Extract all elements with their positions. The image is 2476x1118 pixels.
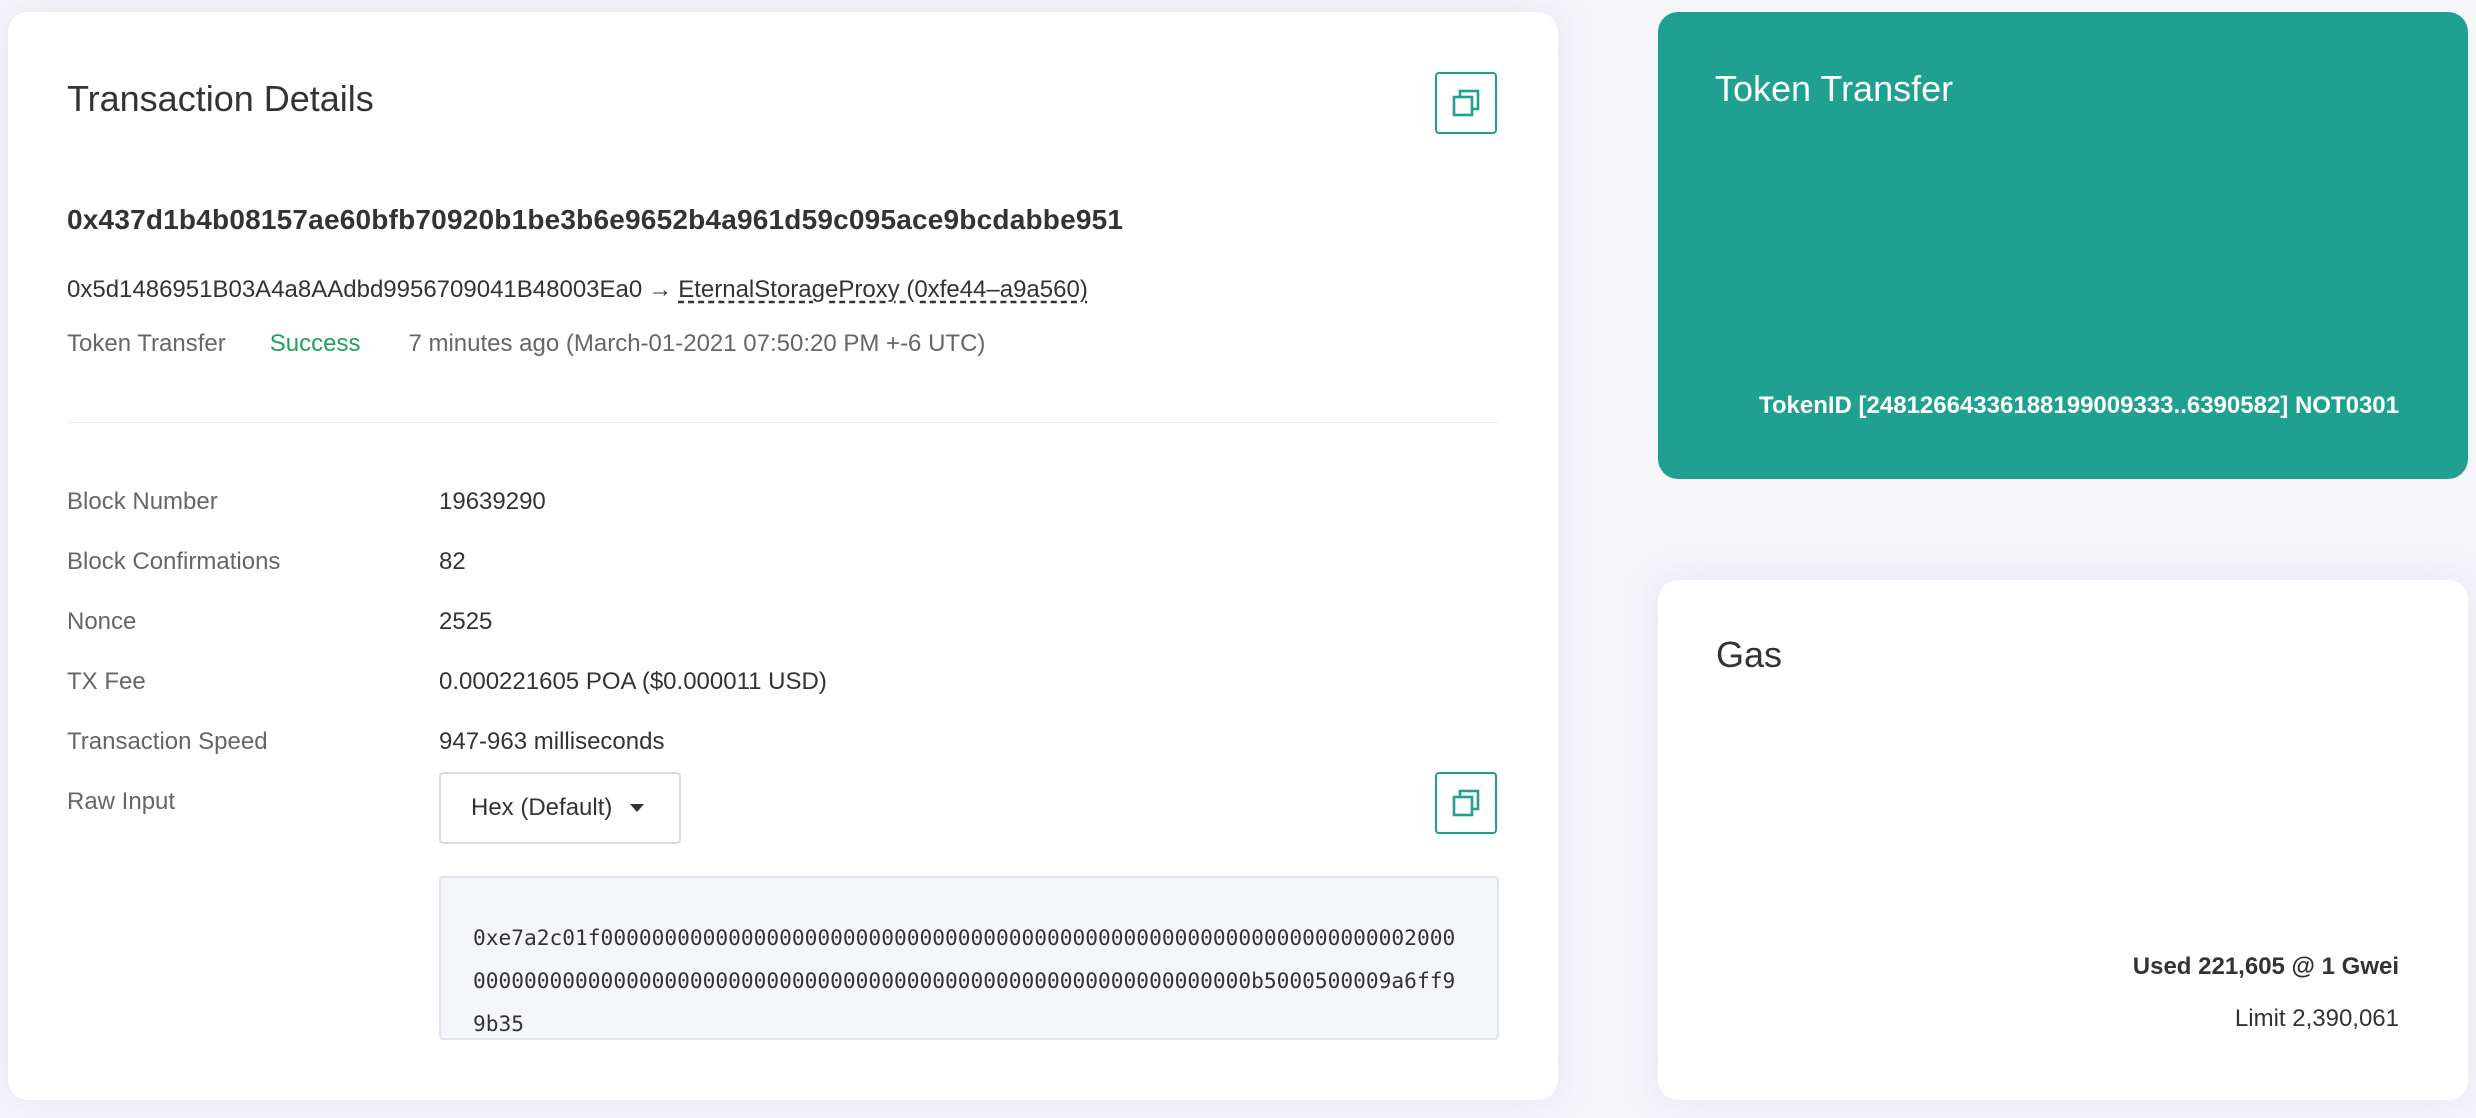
gas-title: Gas bbox=[1716, 634, 1783, 675]
gas-card: Gas Used 221,605 @ 1 Gwei Limit 2,390,06… bbox=[1658, 580, 2468, 1100]
nonce-label: Nonce bbox=[67, 608, 137, 635]
gas-limit-value: Limit 2,390,061 bbox=[2234, 1005, 2399, 1032]
copy-icon bbox=[1452, 789, 1480, 817]
confirmations-value: 82 bbox=[439, 548, 466, 575]
confirmations-label: Block Confirmations bbox=[67, 548, 281, 575]
tx-fee-value: 0.000221605 POA ($0.000011 USD) bbox=[439, 668, 827, 695]
chevron-down-icon bbox=[630, 804, 645, 812]
transaction-hash: 0x437d1b4b08157ae60bfb70920b1be3b6e9652b… bbox=[67, 204, 1124, 235]
transaction-speed-label: Transaction Speed bbox=[67, 728, 268, 755]
from-address-link[interactable]: 0x5d1486951B03A4a8AAdbd9956709041B48003E… bbox=[67, 276, 642, 303]
from-to-line: 0x5d1486951B03A4a8AAdbd9956709041B48003E… bbox=[67, 276, 1088, 304]
block-number-label: Block Number bbox=[67, 488, 218, 515]
copy-raw-input-button[interactable] bbox=[1435, 772, 1497, 834]
gas-used-value: Used 221,605 @ 1 Gwei bbox=[2132, 953, 2399, 980]
transaction-speed-value: 947-963 milliseconds bbox=[439, 728, 665, 755]
page-title: Transaction Details bbox=[67, 78, 374, 119]
divider bbox=[67, 422, 1499, 423]
status-badge: Success bbox=[269, 330, 361, 357]
token-transfer-title: Token Transfer bbox=[1715, 68, 1954, 109]
raw-input-format-value: Hex (Default) bbox=[471, 794, 613, 821]
nonce-value: 2525 bbox=[439, 608, 493, 635]
copy-hash-button[interactable] bbox=[1435, 72, 1497, 134]
transaction-timestamp: 7 minutes ago (March-01-2021 07:50:20 PM… bbox=[408, 330, 986, 357]
to-contract-link[interactable]: EternalStorageProxy (0xfe44–a9a560) bbox=[678, 276, 1088, 303]
status-line: Token Transfer Success 7 minutes ago (Marc… bbox=[67, 330, 985, 358]
arrow-icon: → bbox=[648, 276, 673, 303]
raw-input-box[interactable]: 0xe7a2c01f000000000000000000000000000000… bbox=[439, 876, 1499, 1040]
transaction-details-card: Transaction Details 0x437d1b4b08157ae60b… bbox=[8, 12, 1558, 1100]
block-number-link[interactable]: 19639290 bbox=[439, 488, 546, 516]
transaction-type: Token Transfer bbox=[67, 330, 226, 357]
token-id-link[interactable]: TokenID [2481266433618819900933​3..63905… bbox=[1759, 392, 2399, 420]
copy-icon bbox=[1452, 89, 1480, 117]
token-transfer-card: Token Transfer TokenID [2481266433618819… bbox=[1658, 12, 2468, 479]
raw-input-label: Raw Input bbox=[67, 788, 176, 815]
raw-input-format-select[interactable]: Hex (Default) bbox=[439, 772, 681, 844]
tx-fee-label: TX Fee bbox=[67, 668, 146, 695]
